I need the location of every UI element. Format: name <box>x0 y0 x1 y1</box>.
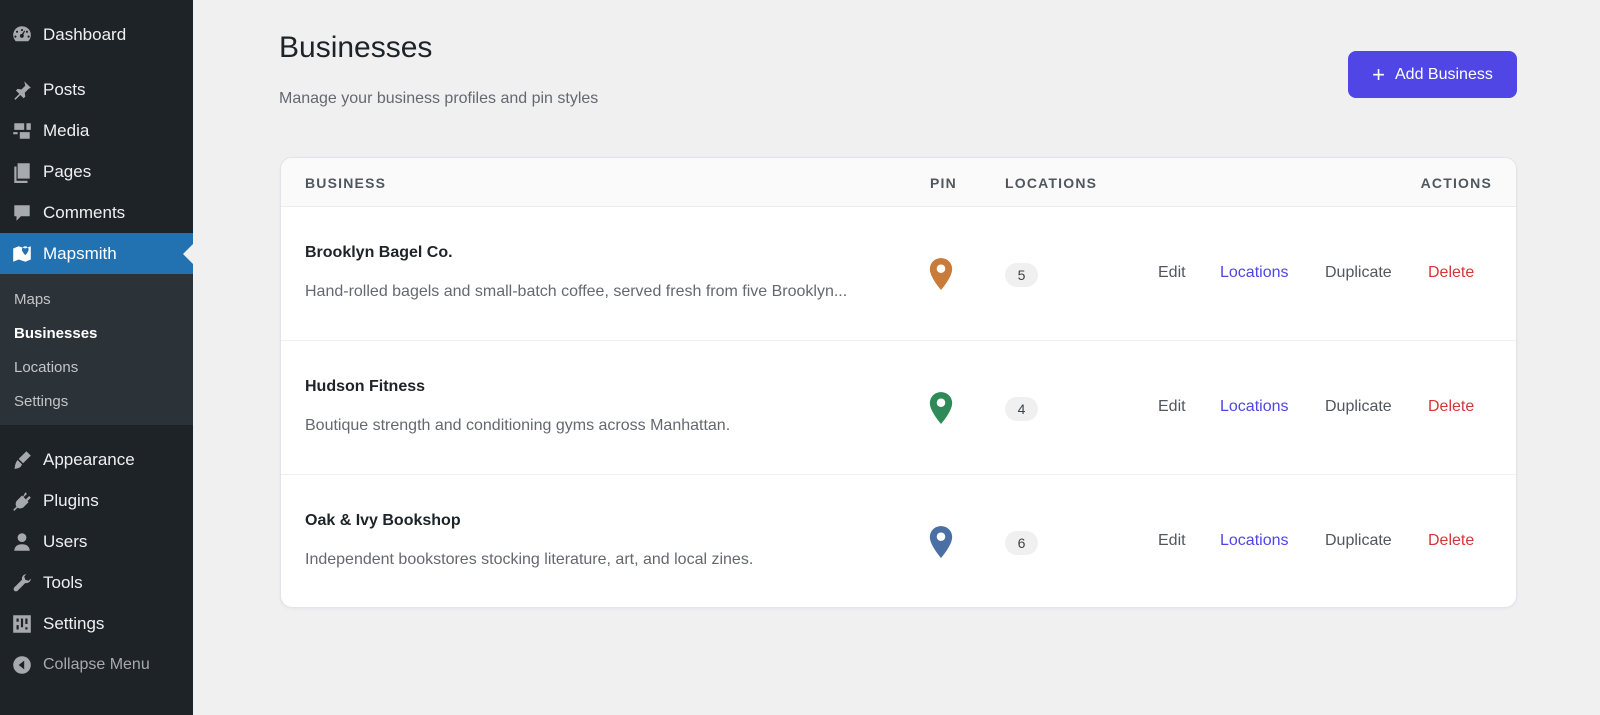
menu-label: Mapsmith <box>43 243 117 263</box>
menu-label: Posts <box>43 79 86 99</box>
column-header-locations: LOCATIONS <box>1005 175 1098 191</box>
duplicate-link[interactable]: Duplicate <box>1325 532 1392 550</box>
user-icon <box>10 530 34 554</box>
wrench-icon <box>10 571 34 595</box>
menu-item-tools[interactable]: Tools <box>0 562 193 603</box>
menu-label: Pages <box>43 161 92 181</box>
add-business-label: Add Business <box>1395 65 1493 83</box>
menu-label: Media <box>43 120 90 140</box>
edit-link[interactable]: Edit <box>1158 264 1186 282</box>
menu-label: Settings <box>43 613 105 633</box>
table-row: Hudson Fitness Boutique strength and con… <box>281 341 1516 475</box>
submenu-item-settings[interactable]: Settings <box>0 385 193 419</box>
business-name: Oak & Ivy Bookshop <box>305 512 461 529</box>
map-pin-icon <box>929 258 953 290</box>
delete-link[interactable]: Delete <box>1428 264 1474 282</box>
business-name: Brooklyn Bagel Co. <box>305 244 453 261</box>
locations-count-badge: 5 <box>1005 263 1038 287</box>
menu-item-appearance[interactable]: Appearance <box>0 439 193 480</box>
submenu-item-businesses[interactable]: Businesses <box>0 317 193 351</box>
menu-label: Users <box>43 531 88 551</box>
locations-count-badge: 4 <box>1005 397 1038 421</box>
menu-label: Appearance <box>43 449 135 469</box>
plugin-icon <box>10 489 34 513</box>
duplicate-link[interactable]: Duplicate <box>1325 264 1392 282</box>
menu-item-users[interactable]: Users <box>0 521 193 562</box>
businesses-table: BUSINESS PIN LOCATIONS ACTIONS Brooklyn … <box>280 157 1517 608</box>
table-row: Brooklyn Bagel Co. Hand-rolled bagels an… <box>281 207 1516 341</box>
menu-label: Tools <box>43 572 83 592</box>
plus-icon: + <box>1372 61 1385 87</box>
menu-label: Dashboard <box>43 24 127 44</box>
table-row: Oak & Ivy Bookshop Independent bookstore… <box>281 475 1516 607</box>
pin-icon <box>10 78 34 102</box>
business-description: Independent bookstores stocking literatu… <box>305 551 754 568</box>
menu-item-dashboard[interactable]: Dashboard <box>0 14 193 55</box>
business-description: Boutique strength and conditioning gyms … <box>305 417 731 434</box>
business-description: Hand-rolled bagels and small-batch coffe… <box>305 283 848 300</box>
locations-count-badge: 6 <box>1005 531 1038 555</box>
menu-label: Plugins <box>43 490 99 510</box>
menu-item-comments[interactable]: Comments <box>0 192 193 233</box>
delete-link[interactable]: Delete <box>1428 398 1474 416</box>
menu-item-plugins[interactable]: Plugins <box>0 480 193 521</box>
column-header-business: BUSINESS <box>305 175 387 191</box>
collapse-menu-button[interactable]: Collapse Menu <box>0 644 193 685</box>
comment-icon <box>10 201 34 225</box>
menu-item-mapsmith[interactable]: Mapsmith <box>0 233 193 274</box>
table-header: BUSINESS PIN LOCATIONS ACTIONS <box>281 158 1516 207</box>
menu-item-pages[interactable]: Pages <box>0 151 193 192</box>
collapse-icon <box>10 653 34 677</box>
settings-icon <box>10 612 34 636</box>
page-title: Businesses <box>279 31 433 64</box>
menu-item-settings[interactable]: Settings <box>0 603 193 644</box>
menu-item-media[interactable]: Media <box>0 110 193 151</box>
column-header-actions: ACTIONS <box>1420 175 1492 191</box>
column-header-pin: PIN <box>930 175 957 191</box>
menu-label: Collapse Menu <box>43 655 150 673</box>
duplicate-link[interactable]: Duplicate <box>1325 398 1392 416</box>
map-pin-icon <box>929 392 953 424</box>
locations-link[interactable]: Locations <box>1220 264 1289 282</box>
locations-link[interactable]: Locations <box>1220 532 1289 550</box>
business-name: Hudson Fitness <box>305 378 426 395</box>
media-icon <box>10 119 34 143</box>
submenu-item-locations[interactable]: Locations <box>0 351 193 385</box>
delete-link[interactable]: Delete <box>1428 532 1474 550</box>
submenu-item-maps[interactable]: Maps <box>0 283 193 317</box>
map-pin-icon <box>929 526 953 558</box>
dashboard-icon <box>10 23 34 47</box>
locations-link[interactable]: Locations <box>1220 398 1289 416</box>
map-icon <box>10 242 34 266</box>
edit-link[interactable]: Edit <box>1158 532 1186 550</box>
pages-icon <box>10 160 34 184</box>
edit-link[interactable]: Edit <box>1158 398 1186 416</box>
menu-item-posts[interactable]: Posts <box>0 69 193 110</box>
admin-sidebar: Dashboard Posts Media Pages Comments Map… <box>0 0 193 715</box>
menu-label: Comments <box>43 202 126 222</box>
page-subtitle: Manage your business profiles and pin st… <box>279 90 599 107</box>
add-business-button[interactable]: + Add Business <box>1348 51 1517 98</box>
mapsmith-submenu: Maps Businesses Locations Settings <box>0 274 193 425</box>
brush-icon <box>10 448 34 472</box>
